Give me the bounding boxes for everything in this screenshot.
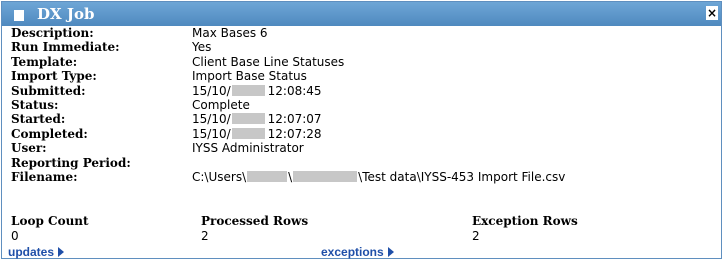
user-value: IYSS Administrator — [192, 141, 304, 156]
completed-time: 12:07:28 — [267, 126, 322, 141]
reporting-period-label: Reporting Period: — [11, 155, 131, 170]
exception-rows-label: Exception Rows — [472, 214, 578, 228]
filename-value: C:\Users\ \ \Test data\IYSS-453 Import Fil… — [192, 170, 565, 184]
dialog-title: DX Job — [37, 5, 95, 23]
dx-job-dialog: DX Job × Description: Max Bases 6 Run Im… — [1, 1, 722, 259]
updates-link[interactable]: updates — [8, 245, 65, 259]
redacted-block — [247, 170, 288, 182]
template-label: Template: — [11, 54, 78, 69]
import-type-value: Import Base Status — [192, 69, 307, 84]
redacted-block — [293, 170, 358, 182]
detail-links: updates exceptions — [8, 245, 708, 259]
redacted-block — [231, 113, 265, 125]
arrow-right-icon — [58, 247, 65, 257]
filename-label: Filename: — [11, 169, 78, 184]
exceptions-link[interactable]: exceptions — [321, 245, 394, 259]
exceptions-link-label: exceptions — [321, 245, 384, 259]
updates-link-label: updates — [8, 245, 55, 259]
completed-date-prefix: 15/10/ — [192, 126, 231, 141]
processed-rows-value: 2 — [201, 229, 209, 243]
run-immediate-label: Run Immediate: — [11, 40, 120, 55]
description-label: Description: — [11, 26, 94, 40]
user-label: User: — [11, 141, 47, 156]
redacted-block — [231, 127, 265, 139]
submitted-date-prefix: 15/10/ — [192, 83, 231, 98]
template-value: Client Base Line Statuses — [192, 54, 345, 69]
submitted-label: Submitted: — [11, 83, 86, 98]
run-immediate-value: Yes — [192, 40, 212, 55]
started-value: 15/10/12:07:07 — [192, 112, 322, 126]
window-icon — [14, 10, 24, 21]
processed-rows-label: Processed Rows — [201, 214, 309, 228]
arrow-right-icon — [387, 247, 394, 257]
loop-count-value: 0 — [11, 229, 19, 243]
completed-label: Completed: — [11, 126, 88, 141]
dialog-titlebar: DX Job × — [2, 2, 721, 26]
exception-rows-value: 2 — [472, 229, 480, 243]
submitted-time: 12:08:45 — [267, 83, 322, 98]
status-value: Complete — [192, 97, 250, 112]
filename-separator: \ — [288, 169, 293, 184]
status-label: Status: — [11, 97, 59, 112]
started-time: 12:07:07 — [267, 112, 322, 127]
started-date-prefix: 15/10/ — [192, 112, 231, 127]
import-type-label: Import Type: — [11, 69, 97, 84]
filename-prefix: C:\Users\ — [192, 169, 247, 184]
completed-value: 15/10/12:07:28 — [192, 127, 322, 141]
loop-count-label: Loop Count — [11, 214, 89, 228]
started-label: Started: — [11, 112, 66, 127]
filename-suffix: \Test data\IYSS-453 Import File.csv — [358, 169, 566, 184]
redacted-block — [231, 84, 265, 96]
close-button[interactable]: × — [706, 6, 718, 20]
submitted-value: 15/10/12:08:45 — [192, 84, 322, 98]
description-value: Max Bases 6 — [192, 26, 268, 40]
